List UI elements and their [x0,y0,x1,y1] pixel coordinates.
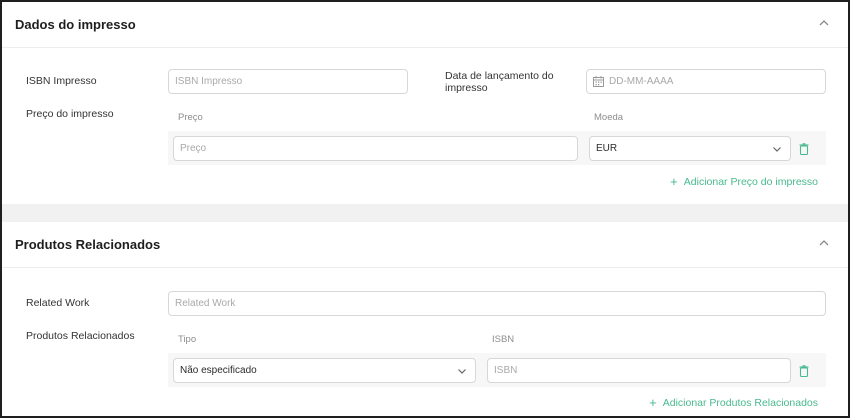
release-date-placeholder: DD-MM-AAAA [609,76,674,87]
chevron-down-icon [458,369,466,374]
isbn-print-input[interactable]: ISBN Impresso [168,69,408,94]
related-products-section: Produtos Relacionados Related Work Relat… [2,222,848,416]
chevron-up-icon[interactable] [818,237,830,249]
add-related-product-button[interactable]: + Adicionar Produtos Relacionados [649,394,818,410]
chevron-down-icon [773,147,781,152]
release-date-label-line1: Data de lançamento do [445,70,554,82]
release-date-label: Data de lançamento do impresso [445,70,554,94]
print-section-header[interactable]: Dados do impresso [2,2,848,48]
print-price-label: Preço do impresso [26,108,114,120]
related-work-input[interactable]: Related Work [168,291,826,316]
currency-value: EUR [596,143,618,154]
calendar-icon [593,76,604,87]
related-section-title: Produtos Relacionados [15,237,161,252]
related-work-label: Related Work [26,297,90,309]
add-print-price-button[interactable]: + Adicionar Preço do impresso [670,173,818,189]
trash-icon[interactable] [799,365,809,377]
currency-select[interactable]: EUR [589,136,791,161]
chevron-up-icon[interactable] [818,17,830,29]
isbn-print-label: ISBN Impresso [26,75,97,87]
release-date-input[interactable]: DD-MM-AAAA [586,69,826,94]
related-products-label: Produtos Relacionados [26,330,135,342]
currency-column-header: Moeda [594,112,624,123]
add-print-price-label: Adicionar Preço do impresso [683,176,818,188]
type-select[interactable]: Não especificado [173,358,476,383]
add-related-product-label: Adicionar Produtos Relacionados [662,397,818,409]
plus-icon: + [649,395,657,410]
price-input[interactable]: Preço [173,136,578,161]
print-data-section: Dados do impresso ISBN Impresso ISBN Imp… [2,2,848,204]
type-value: Não especificado [180,365,257,376]
plus-icon: + [670,174,678,189]
related-isbn-input[interactable]: ISBN [487,358,791,383]
price-column-header: Preço [178,112,203,123]
isbn-column-header: ISBN [492,334,515,345]
page-frame: Dados do impresso ISBN Impresso ISBN Imp… [0,0,850,418]
trash-icon[interactable] [799,143,809,155]
type-column-header: Tipo [178,334,197,345]
print-section-title: Dados do impresso [15,17,136,32]
related-section-header[interactable]: Produtos Relacionados [2,222,848,268]
release-date-label-line2: impresso [445,82,488,94]
